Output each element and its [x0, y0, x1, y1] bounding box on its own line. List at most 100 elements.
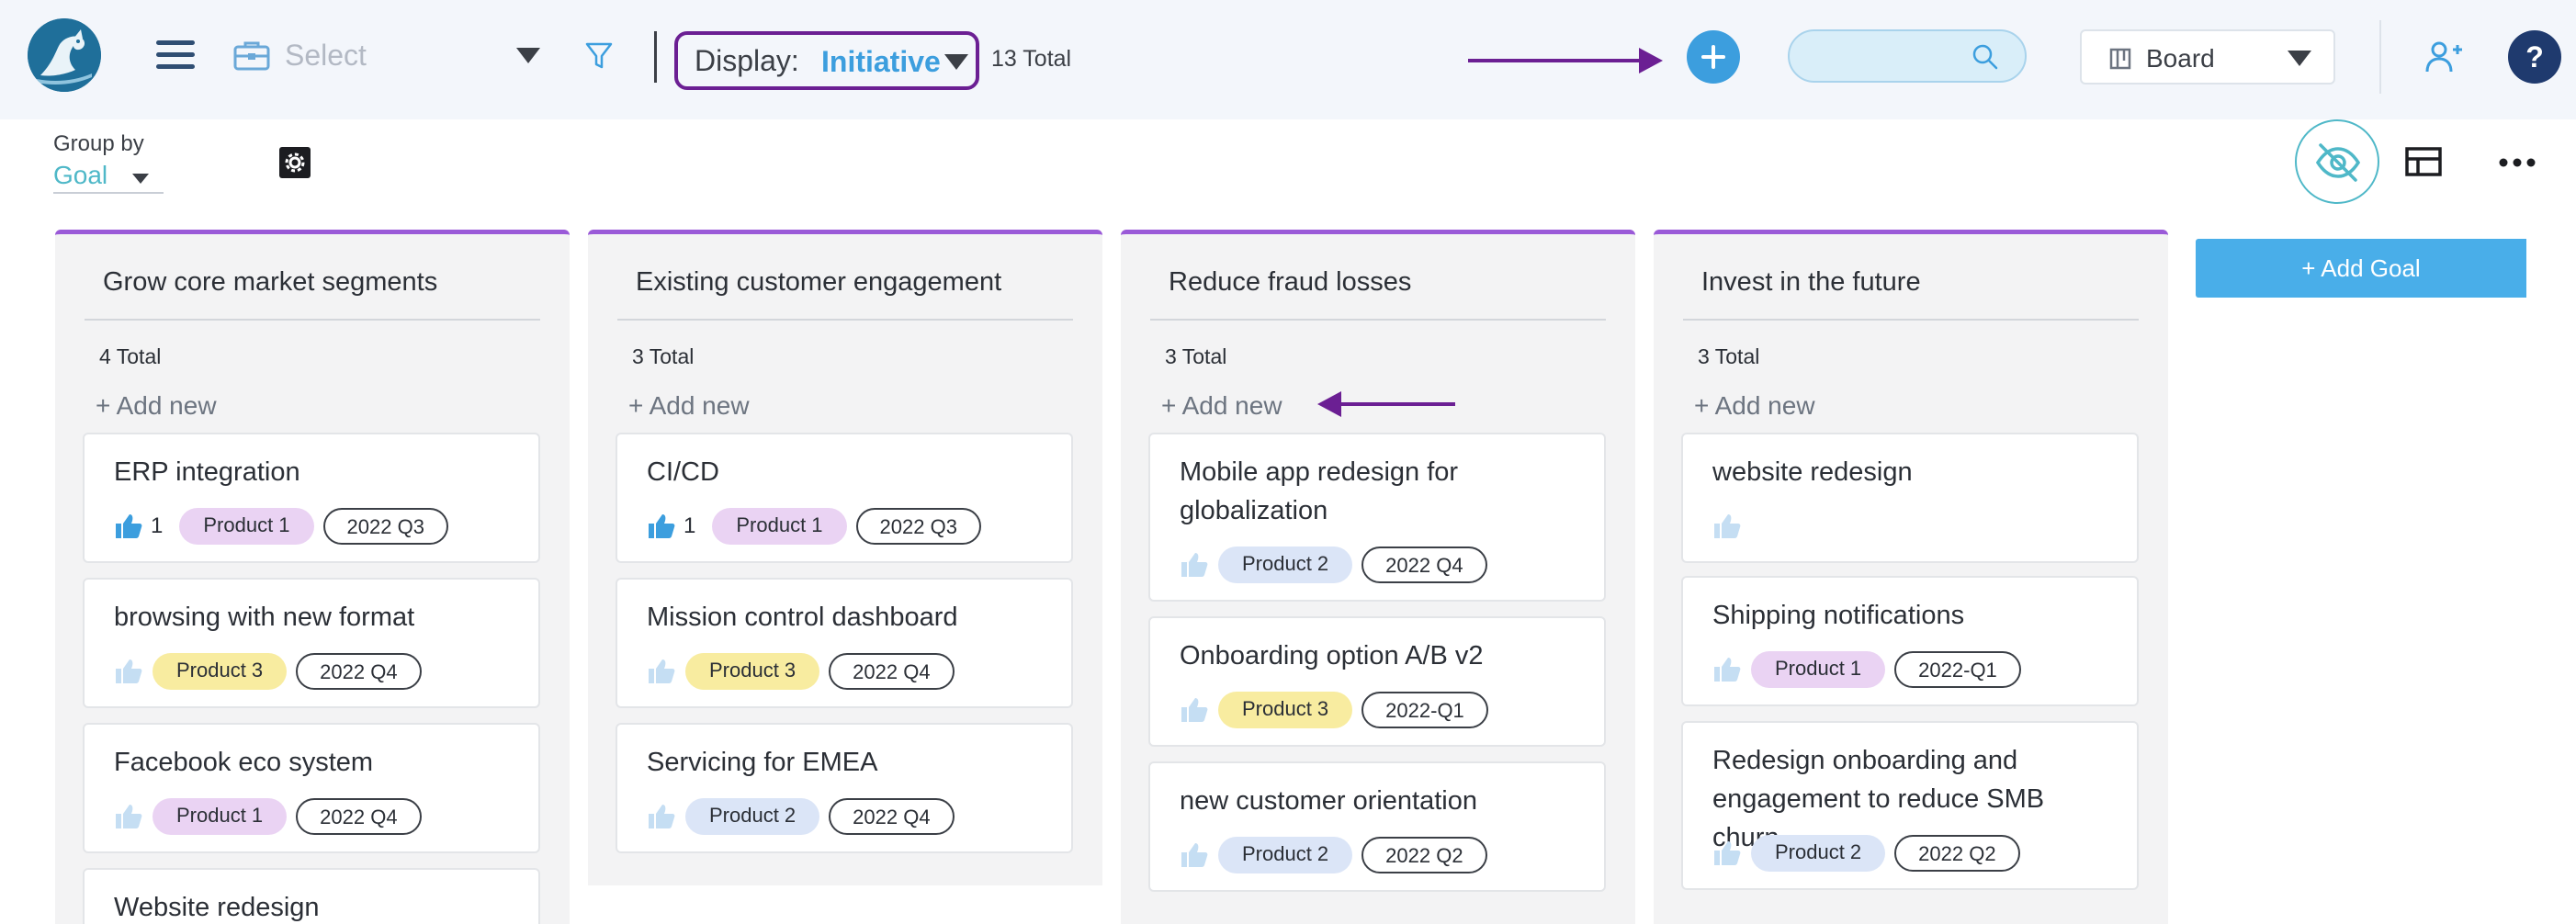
- initiative-card[interactable]: Website redesign: [83, 868, 540, 924]
- group-by-label: Group by: [53, 131, 144, 156]
- briefcase-icon: [233, 41, 270, 71]
- product-badge: Product 1: [153, 798, 288, 835]
- chevron-down-icon: [516, 48, 540, 63]
- column-divider: [617, 319, 1073, 321]
- chevron-down-icon: [132, 174, 149, 184]
- hide-toggle-button[interactable]: [2295, 119, 2379, 204]
- thumbs-up-icon[interactable]: [1712, 656, 1742, 683]
- display-label: Display:: [695, 44, 799, 77]
- goal-column: Grow core market segments 4 Total + Add …: [55, 230, 570, 924]
- column-total: 3 Total: [1698, 344, 1760, 368]
- display-value: Initiative: [821, 45, 941, 78]
- initiative-card[interactable]: website redesign: [1681, 433, 2139, 563]
- product-badge: Product 3: [153, 653, 288, 690]
- layout-icon[interactable]: [2405, 147, 2442, 176]
- display-dropdown[interactable]: Display: Initiative: [674, 31, 979, 90]
- thumbs-up-icon[interactable]: [1712, 513, 1742, 540]
- logo[interactable]: [28, 18, 101, 92]
- card-title: Mobile app redesign for globalization: [1180, 457, 1459, 525]
- card-title: new customer orientation: [1180, 786, 1477, 816]
- dragon-logo-icon: [28, 18, 101, 92]
- thumbs-up-icon[interactable]: [1180, 551, 1209, 579]
- card-title: browsing with new format: [114, 603, 415, 632]
- column-total: 3 Total: [1165, 344, 1227, 368]
- add-user-icon[interactable]: [2425, 39, 2462, 75]
- goal-column: Reduce fraud losses 3 Total + Add new Mo…: [1121, 230, 1635, 924]
- add-button[interactable]: [1687, 30, 1740, 84]
- product-badge: Product 2: [1218, 547, 1353, 583]
- view-dropdown[interactable]: Board: [2080, 29, 2335, 85]
- column-divider: [1683, 319, 2139, 321]
- search-box[interactable]: [1788, 29, 2027, 83]
- search-input[interactable]: [1808, 40, 1973, 73]
- thumbs-up-icon[interactable]: [114, 803, 143, 830]
- thumbs-up-icon[interactable]: [114, 658, 143, 685]
- like-count: 1: [151, 513, 164, 538]
- thumbs-up-icon[interactable]: [1180, 841, 1209, 869]
- initiative-card[interactable]: Mission control dashboard Product 3 2022…: [616, 578, 1073, 708]
- initiative-card[interactable]: Mobile app redesign for globalization Pr…: [1148, 433, 1606, 602]
- column-title: Existing customer engagement: [636, 267, 1002, 297]
- board-icon: [2109, 48, 2131, 70]
- thumbs-up-icon[interactable]: [1712, 839, 1742, 867]
- thumbs-up-icon[interactable]: [114, 513, 143, 540]
- top-bar: Select Display: Initiative 13 Total Boar…: [0, 0, 2576, 119]
- column-divider: [85, 319, 540, 321]
- filter-icon[interactable]: [584, 40, 614, 72]
- annotation-arrow-left: [1317, 391, 1455, 417]
- initiative-card[interactable]: browsing with new format Product 3 2022 …: [83, 578, 540, 708]
- initiative-card[interactable]: Shipping notifications Product 1 2022-Q1: [1681, 576, 2139, 706]
- column-total: 4 Total: [99, 344, 162, 368]
- select-label: Select: [285, 39, 367, 72]
- initiative-card[interactable]: Redesign onboarding and engagement to re…: [1681, 721, 2139, 890]
- product-badge: Product 1: [179, 508, 314, 545]
- quarter-badge: 2022 Q4: [829, 653, 955, 690]
- card-title: CI/CD: [647, 457, 719, 487]
- quarter-badge: 2022-Q1: [1361, 692, 1488, 728]
- product-badge: Product 2: [1751, 835, 1886, 872]
- annotation-arrow-right: [1468, 48, 1663, 73]
- quarter-badge: 2022-Q1: [1894, 651, 2021, 688]
- add-new-link[interactable]: + Add new: [1694, 391, 1815, 421]
- card-title: Mission control dashboard: [647, 603, 958, 632]
- initiative-card[interactable]: new customer orientation Product 2 2022 …: [1148, 761, 1606, 892]
- quarter-badge: 2022 Q4: [829, 798, 955, 835]
- search-icon[interactable]: [1972, 43, 1999, 71]
- card-title: website redesign: [1712, 457, 1913, 487]
- group-by-dropdown[interactable]: Goal: [53, 161, 164, 194]
- more-icon[interactable]: [2499, 158, 2536, 167]
- group-by-value: Goal: [53, 161, 108, 189]
- initiative-card[interactable]: Servicing for EMEA Product 2 2022 Q4: [616, 723, 1073, 853]
- goal-column: Invest in the future 3 Total + Add new w…: [1654, 230, 2168, 924]
- thumbs-up-icon[interactable]: [647, 803, 676, 830]
- eye-off-icon: [2315, 143, 2361, 182]
- card-title: Website redesign: [114, 893, 320, 922]
- product-badge: Product 2: [685, 798, 820, 835]
- view-label: Board: [2146, 44, 2215, 73]
- initiative-card[interactable]: Onboarding option A/B v2 Product 3 2022-…: [1148, 616, 1606, 747]
- quarter-badge: 2022 Q2: [1361, 837, 1487, 873]
- quarter-badge: 2022 Q4: [1361, 547, 1487, 583]
- thumbs-up-icon[interactable]: [1180, 696, 1209, 724]
- select-dropdown[interactable]: Select: [230, 28, 547, 85]
- quarter-badge: 2022 Q2: [1894, 835, 2020, 872]
- card-title: Servicing for EMEA: [647, 748, 878, 777]
- add-new-link[interactable]: + Add new: [628, 391, 750, 421]
- product-badge: Product 3: [685, 653, 820, 690]
- menu-icon[interactable]: [156, 40, 195, 70]
- add-new-link[interactable]: + Add new: [1161, 391, 1282, 421]
- initiative-card[interactable]: ERP integration 1 Product 1 2022 Q3: [83, 433, 540, 563]
- add-goal-button[interactable]: + Add Goal: [2196, 239, 2526, 298]
- initiative-card[interactable]: CI/CD 1 Product 1 2022 Q3: [616, 433, 1073, 563]
- initiative-card[interactable]: Facebook eco system Product 1 2022 Q4: [83, 723, 540, 853]
- goal-column: Existing customer engagement 3 Total + A…: [588, 230, 1102, 885]
- toolbar-divider: [654, 31, 657, 83]
- add-new-link[interactable]: + Add new: [96, 391, 217, 421]
- gear-icon[interactable]: [277, 145, 312, 180]
- column-title: Invest in the future: [1701, 267, 1921, 297]
- help-button[interactable]: ?: [2508, 30, 2561, 84]
- quarter-badge: 2022 Q4: [296, 798, 422, 835]
- column-divider: [1150, 319, 1606, 321]
- thumbs-up-icon[interactable]: [647, 658, 676, 685]
- thumbs-up-icon[interactable]: [647, 513, 676, 540]
